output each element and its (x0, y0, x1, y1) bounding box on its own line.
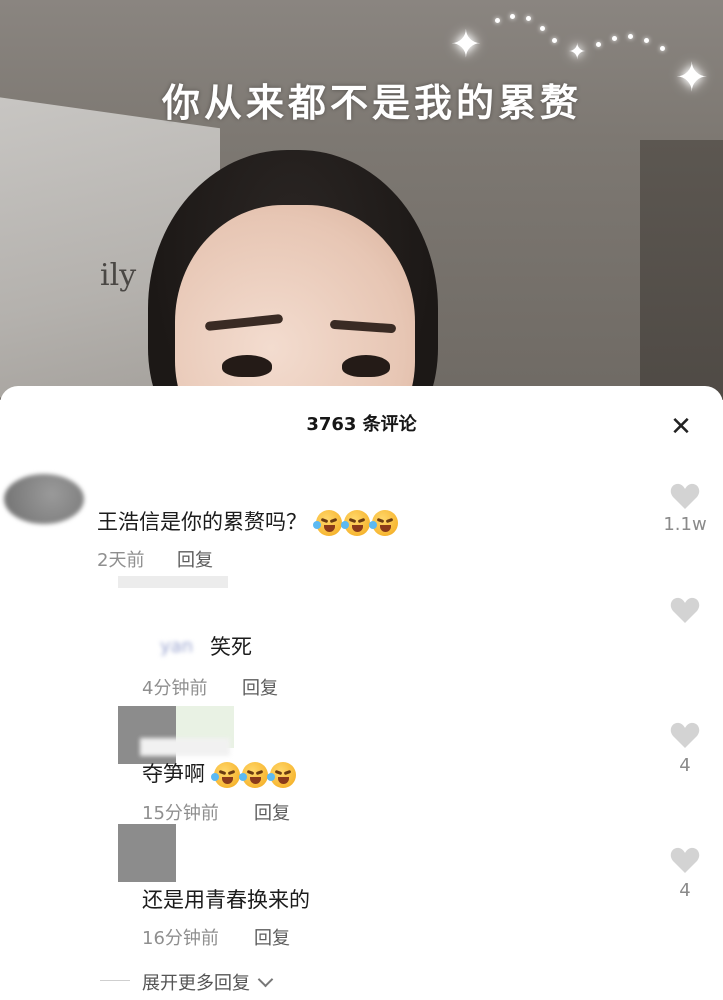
sparkle-icon: ✦ (568, 40, 587, 65)
close-icon[interactable]: ✕ (664, 410, 698, 444)
doorway (640, 140, 723, 400)
left-eye (222, 355, 272, 377)
comment-text: 还是用青春换来的 (142, 888, 310, 912)
sparkle-icon: ✦ (675, 55, 709, 101)
comment-count-title: 3763 条评论 (306, 414, 417, 435)
video-caption: 你从来都不是我的累赘 (162, 81, 583, 125)
reply-button[interactable]: 回复 (254, 799, 290, 825)
redaction-mark (118, 576, 228, 588)
heart-icon[interactable] (670, 846, 700, 874)
reply-button[interactable]: 回复 (242, 674, 278, 700)
heart-icon[interactable] (670, 596, 700, 624)
video-player[interactable]: ily 你从来都不是我的累赘 ✦ ✦ ✦ (0, 0, 723, 400)
laugh-cry-emoji-icon (312, 510, 342, 536)
comment-text: 王浩信是你的累赘吗？ (97, 506, 398, 536)
reply-button[interactable]: 回复 (177, 546, 213, 572)
heart-icon[interactable] (670, 721, 700, 749)
avatar[interactable] (4, 474, 84, 524)
sparkle-icon: ✦ (450, 22, 482, 66)
redaction-mark (140, 738, 230, 756)
comment-text: 笑死 (210, 635, 252, 659)
comment-time: 16分钟前 (142, 928, 219, 949)
chevron-down-icon (257, 971, 274, 988)
right-eye (342, 355, 390, 377)
comment-time: 2天前 (97, 550, 145, 571)
laugh-cry-emoji-icon (238, 762, 268, 788)
like-count: 1.1w (663, 514, 707, 535)
comment-text: 夺笋啊 (142, 758, 296, 788)
laugh-cry-emoji-icon (266, 762, 296, 788)
commenter-username[interactable]: yan (160, 636, 193, 657)
wall-sign-text: ily (100, 258, 137, 293)
comment-sheet: 3763 条评论 ✕ 王浩信是你的累赘吗？ 2天前 回复 1.1w 笑死 yan… (0, 386, 723, 1000)
divider (100, 980, 130, 981)
avatar[interactable] (118, 824, 176, 882)
heart-icon[interactable] (670, 482, 700, 510)
comment-time: 4分钟前 (142, 678, 208, 699)
laugh-cry-emoji-icon (368, 510, 398, 536)
laugh-cry-emoji-icon (210, 762, 240, 788)
like-count: 4 (679, 755, 691, 776)
expand-replies-button[interactable]: 展开更多回复 (142, 969, 274, 995)
laugh-cry-emoji-icon (340, 510, 370, 536)
reply-button[interactable]: 回复 (254, 924, 290, 950)
like-count: 4 (679, 880, 691, 901)
comment-time: 15分钟前 (142, 803, 219, 824)
